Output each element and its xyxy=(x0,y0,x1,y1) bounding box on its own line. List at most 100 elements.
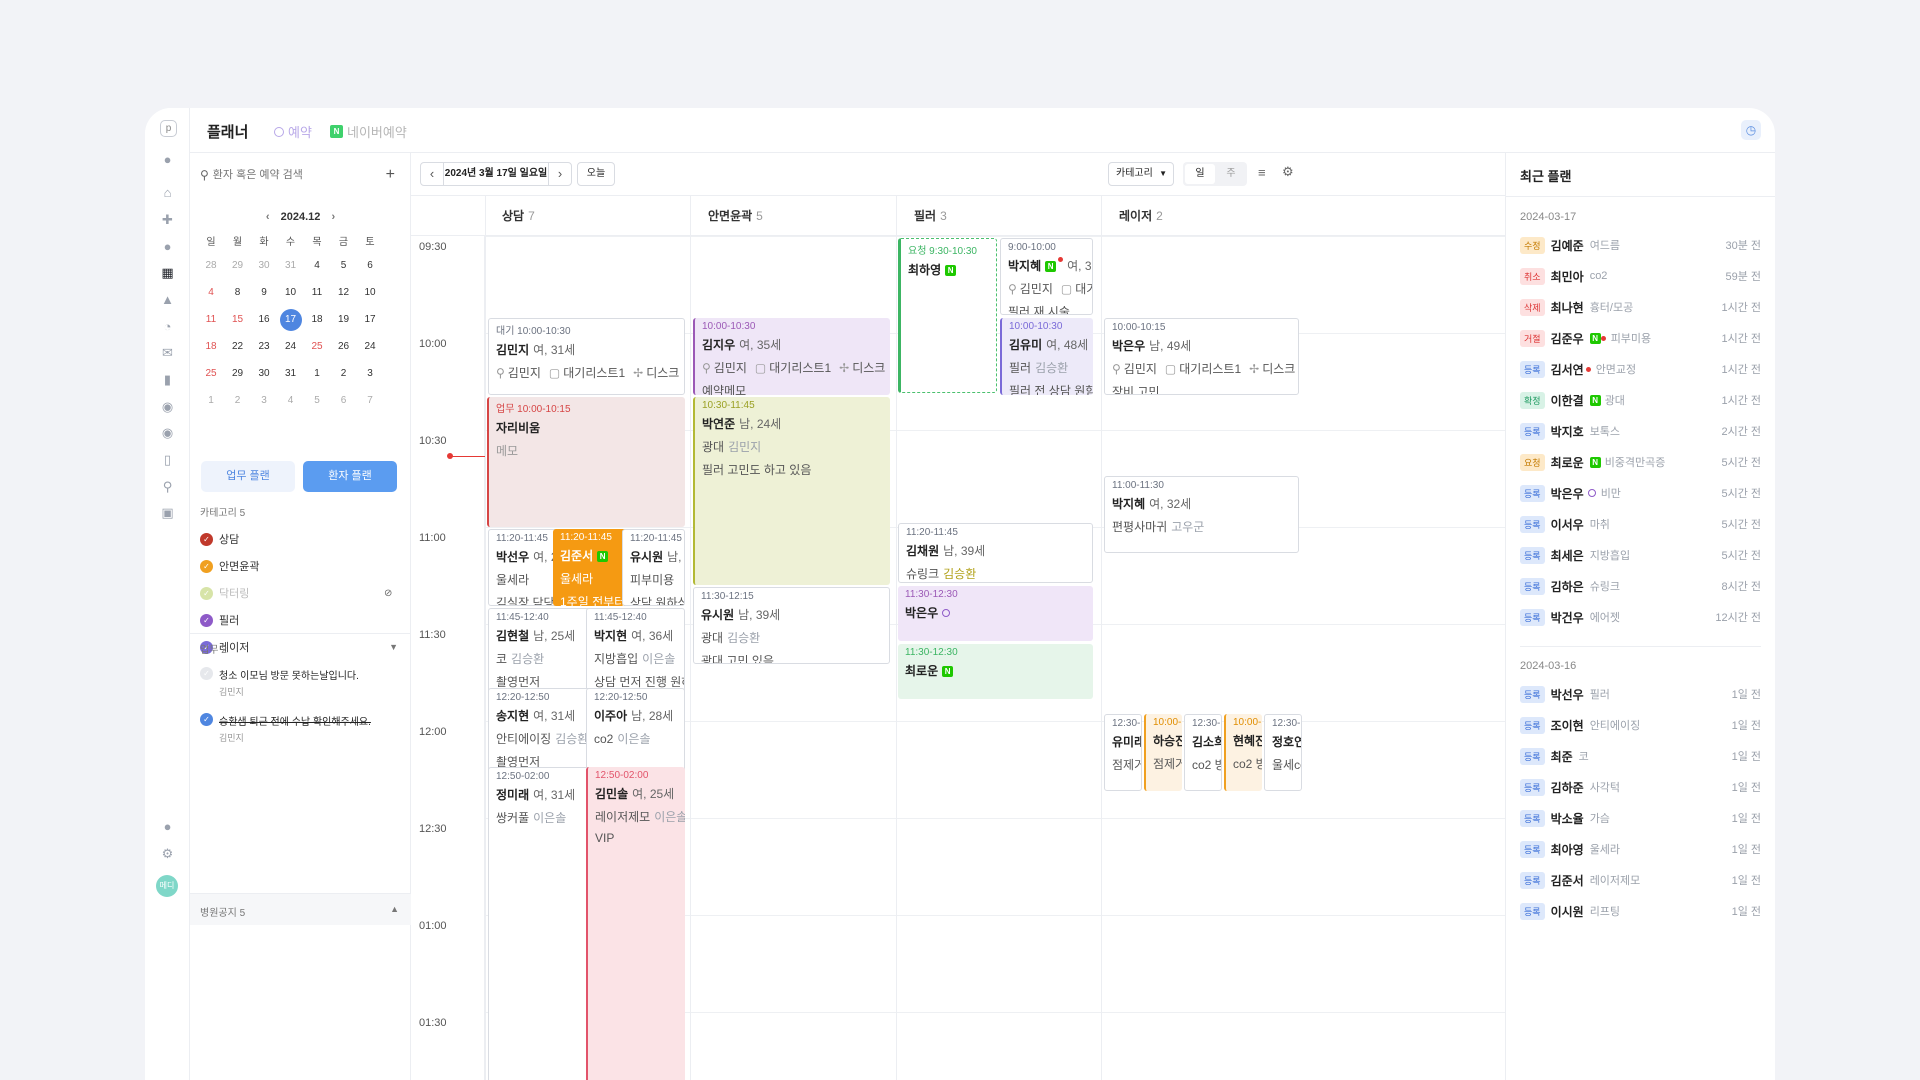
gear-icon[interactable]: ⚙ xyxy=(160,846,175,861)
recent-item[interactable]: 거절 김준우 N 피부미용 1시간 전 xyxy=(1520,328,1761,348)
recent-item[interactable]: 취소 최민아 co2 59분 전 xyxy=(1520,266,1761,286)
tab-reservation[interactable]: 예약 xyxy=(274,122,312,141)
category-item[interactable]: ✓ 안면윤곽 xyxy=(200,558,259,574)
recent-item[interactable]: 등록 최준 코 1일 전 xyxy=(1520,746,1761,766)
add-icon[interactable]: + xyxy=(386,166,395,184)
calendar-day[interactable]: 4 xyxy=(200,282,222,304)
calendar-day[interactable]: 22 xyxy=(227,336,249,358)
week-view-button[interactable]: 주 xyxy=(1216,164,1246,184)
appointment-card[interactable]: 10:00-10:15 박은우 남, 49세 ⚲ 김민지 ▢ 대기리스트1 ✢ 디스크 장비 고민 xyxy=(1104,318,1299,395)
appointment-card[interactable]: 11:00-11:30 박지혜 여, 32세 편평사마귀 고우군 xyxy=(1104,476,1299,553)
appointment-card[interactable]: 11:30-12:30 최로운 N xyxy=(898,644,1093,699)
appointment-card[interactable]: 12:30-1 김소희 co2 방 xyxy=(1184,714,1222,791)
calendar-day[interactable]: 2 xyxy=(227,390,249,412)
hidden-eye-icon[interactable]: ⊘ xyxy=(384,588,392,599)
calendar-day[interactable]: 2 xyxy=(333,363,355,385)
appointment-card[interactable]: 9:00-10:00 박지혜N 여, 32세 ⚲김민지 ▢대기필러 재 시술 xyxy=(1000,238,1093,315)
calendar-day[interactable]: 3 xyxy=(253,390,275,412)
recent-item[interactable]: 요청 최로운 N 비중격만곡증 5시간 전 xyxy=(1520,452,1761,472)
patient-plan-button[interactable]: 환자 플랜 xyxy=(303,461,397,492)
recent-item[interactable]: 등록 김하준 사각턱 1일 전 xyxy=(1520,777,1761,797)
recent-item[interactable]: 삭제 최나현 흉터/모공 1시간 전 xyxy=(1520,297,1761,317)
recent-item[interactable]: 등록 김준서 레이저제모 1일 전 xyxy=(1520,870,1761,890)
user-icon[interactable]: ● xyxy=(160,239,175,254)
calendar-day[interactable]: 18 xyxy=(306,309,328,331)
calendar-day[interactable]: 1 xyxy=(200,390,222,412)
recent-item[interactable]: 수정 김예준 여드름 30분 전 xyxy=(1520,235,1761,255)
plus-icon[interactable]: ✚ xyxy=(160,212,175,227)
calendar-day[interactable]: 31 xyxy=(280,255,302,277)
key-icon[interactable]: ⚲ xyxy=(160,479,175,494)
calendar-day[interactable]: 15 xyxy=(227,309,249,331)
settings-icon[interactable]: ⚙ xyxy=(1282,164,1294,180)
column-header-facial[interactable]: 안면윤곽 5 xyxy=(690,196,763,236)
notice-bar[interactable]: 병원공지 5 ▲ xyxy=(190,893,411,925)
calendar-day[interactable]: 3 xyxy=(359,363,381,385)
calendar-day[interactable]: 17 xyxy=(359,309,381,331)
chart-pie-icon[interactable]: ◔ xyxy=(160,319,175,334)
calendar-day[interactable]: 19 xyxy=(333,309,355,331)
calendar-day[interactable]: 31 xyxy=(280,363,302,385)
today-button[interactable]: 오늘 xyxy=(577,162,615,186)
calendar-day[interactable]: 4 xyxy=(306,255,328,277)
calendar-day[interactable]: 25 xyxy=(200,363,222,385)
calendar-day[interactable]: 7 xyxy=(359,390,381,412)
recent-item[interactable]: 등록 김서연 안면교정 1시간 전 xyxy=(1520,359,1761,379)
task-check-icon[interactable]: ✓ xyxy=(200,667,213,680)
appointment-card[interactable]: 11:20-11:45 유시원남, 39 피부미용상담 원하심 xyxy=(622,529,685,606)
category-dropdown[interactable]: 카테고리 ▼ xyxy=(1108,162,1174,186)
bell-icon[interactable]: ● xyxy=(160,152,175,167)
calendar-day[interactable]: 6 xyxy=(333,390,355,412)
work-plan-button[interactable]: 업무 플랜 xyxy=(201,461,295,492)
clock-icon[interactable]: ◷ xyxy=(1741,120,1761,140)
mail-icon[interactable]: ✉ xyxy=(160,345,175,360)
recent-item[interactable]: 등록 박소율 가슴 1일 전 xyxy=(1520,808,1761,828)
appointment-card[interactable]: 11:30-12:30 박은우 xyxy=(898,586,1093,641)
date-display[interactable]: 2024년 3월 17일 일요일 xyxy=(443,162,549,186)
calendar-day[interactable]: 29 xyxy=(227,363,249,385)
flask-icon[interactable]: ▲ xyxy=(160,292,175,307)
calendar-day[interactable]: 5 xyxy=(333,255,355,277)
task-check-icon[interactable]: ✓ xyxy=(200,713,213,726)
book-icon[interactable]: ▯ xyxy=(160,452,175,467)
calendar-day[interactable]: 11 xyxy=(306,282,328,304)
category-item[interactable]: ✓ 필러 xyxy=(200,612,239,628)
recent-item[interactable]: 등록 박선우 필러 1일 전 xyxy=(1520,684,1761,704)
category-item[interactable]: ✓ 상담 xyxy=(200,531,239,547)
appointment-card[interactable]: 10:00-1(현혜진 co2 방 xyxy=(1224,714,1262,791)
task-item[interactable]: ✓ 청소 이모님 방문 못하는날입니다. 김민지 xyxy=(200,667,359,698)
calendar-day[interactable]: 26 xyxy=(333,336,355,358)
appointment-card[interactable]: 12:30-1 유미래점제거 xyxy=(1104,714,1142,791)
category-item[interactable]: ✓ 닥터링 ⊘ xyxy=(200,585,392,601)
calendar-day[interactable]: 12 xyxy=(333,282,355,304)
calendar-day[interactable]: 29 xyxy=(227,255,249,277)
recent-item[interactable]: 등록 김하은 슈링크 8시간 전 xyxy=(1520,576,1761,596)
calendar-icon[interactable]: ▦ xyxy=(160,265,175,280)
calendar-day[interactable]: 24 xyxy=(359,336,381,358)
appointment-card[interactable]: 11:20-11:45 박선우 여, 21 울세라 김실장 담당 xyxy=(488,529,562,606)
check-icon[interactable]: ✓ xyxy=(200,613,213,627)
appointment-card[interactable]: 11:30-12:15 유시원 남, 39세 광대 김승환 광대 고민 있음 xyxy=(693,587,890,664)
appointment-card[interactable]: 대기 10:00-10:30 김민지 여, 31세 ⚲ 김민지 ▢ 대기리스트1 ✢ 디스크 xyxy=(488,318,685,395)
avatar[interactable]: 메디 xyxy=(156,875,178,897)
home-icon[interactable]: ⌂ xyxy=(160,185,175,200)
pills-icon[interactable]: ◉ xyxy=(160,425,175,440)
day-view-button[interactable]: 일 xyxy=(1185,164,1215,184)
calendar-day[interactable]: 5 xyxy=(306,390,328,412)
recent-item[interactable]: 등록 조이현 안티에이징 1일 전 xyxy=(1520,715,1761,735)
calendar-day[interactable]: 8 xyxy=(227,282,249,304)
appointment-card[interactable]: 10:00-10:30 김유미 여, 48세 필러 김승환 필러 전 상담 원함 xyxy=(1000,318,1093,395)
appointment-card[interactable]: 11:20-11:45 김준서 N 울세라 1주일 전부터 xyxy=(553,529,631,606)
appointment-card[interactable]: 10:00-1(하승진점제거 xyxy=(1144,714,1182,791)
calendar-day[interactable]: 24 xyxy=(280,336,302,358)
appointment-card[interactable]: 요청 9:30-10:30 최하영 N xyxy=(898,238,997,393)
chat-icon[interactable]: ◉ xyxy=(160,399,175,414)
recent-item[interactable]: 확정 이한결 N 광대 1시간 전 xyxy=(1520,390,1761,410)
calendar-day[interactable]: 23 xyxy=(253,336,275,358)
recent-item[interactable]: 등록 최세은 지방흡입 5시간 전 xyxy=(1520,545,1761,565)
appointment-card[interactable]: 업무 10:00-10:15 자리비움 메모 xyxy=(487,397,685,527)
appointment-card[interactable]: 11:20-11:45 김채원 남, 39세 슈링크 김승환 xyxy=(898,523,1093,583)
calendar-day[interactable]: 10 xyxy=(280,282,302,304)
calendar-day[interactable]: 28 xyxy=(200,255,222,277)
next-month-icon[interactable]: › xyxy=(331,211,335,223)
